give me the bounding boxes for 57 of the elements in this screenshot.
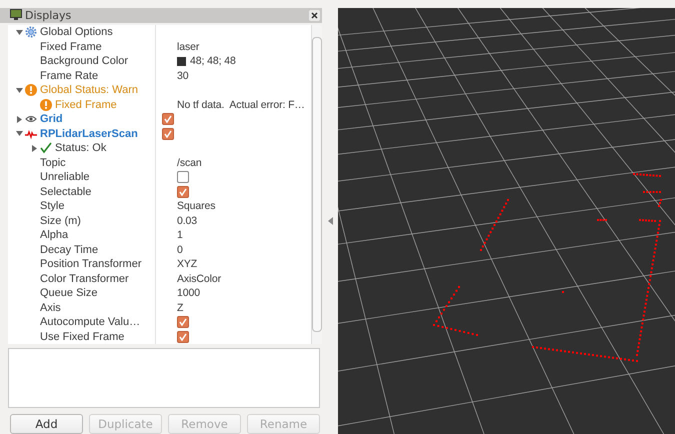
collapse-arrow-icon[interactable]: [16, 116, 22, 123]
property-value[interactable]: 1: [177, 229, 183, 242]
property-label[interactable]: Unreliable: [40, 171, 90, 184]
property-label[interactable]: Selectable: [40, 186, 92, 198]
property-value[interactable]: AxisColor: [177, 272, 222, 285]
property-value[interactable]: 0: [177, 244, 183, 256]
checkbox[interactable]: [177, 330, 189, 343]
property-label[interactable]: Queue Size: [40, 287, 98, 300]
color-swatch[interactable]: [177, 56, 186, 66]
checkmark-icon: [40, 142, 52, 154]
property-value[interactable]: 0.03: [177, 214, 198, 227]
property-value[interactable]: Z: [177, 302, 184, 314]
property-label[interactable]: Frame Rate: [40, 70, 98, 82]
property-value[interactable]: laser: [177, 40, 200, 53]
property-value[interactable]: 1000: [177, 287, 200, 300]
checkbox[interactable]: [177, 316, 189, 328]
3d-view[interactable]: [338, 8, 675, 434]
property-value[interactable]: Squares: [177, 200, 216, 212]
property-value[interactable]: No tf data. Actual error: F…: [177, 98, 305, 111]
collapse-arrow-icon[interactable]: [32, 144, 36, 152]
property-label[interactable]: Use Fixed Frame: [40, 330, 124, 343]
panel-title: Displays: [25, 8, 72, 22]
checkbox[interactable]: [177, 186, 189, 198]
warning-icon: [40, 98, 52, 111]
gear-icon: [25, 26, 37, 38]
property-value[interactable]: 30: [177, 70, 188, 82]
tree-item-label[interactable]: Global Options: [40, 26, 113, 38]
tree-item-label[interactable]: RPLidarLaserScan: [40, 128, 138, 140]
checkbox[interactable]: [162, 128, 174, 140]
property-label[interactable]: Size (m): [40, 214, 81, 227]
property-value[interactable]: 48; 48; 48: [190, 55, 236, 68]
close-button[interactable]: [309, 10, 320, 21]
property-label[interactable]: Color Transformer: [40, 272, 129, 285]
collapse-left-icon[interactable]: [328, 217, 332, 225]
property-label[interactable]: Axis: [40, 302, 61, 314]
tree-item-label[interactable]: Status: Ok: [55, 142, 106, 154]
property-value[interactable]: /scan: [177, 156, 202, 169]
checkbox[interactable]: [162, 113, 174, 126]
property-label[interactable]: Autocompute Valu…: [40, 316, 140, 328]
laser-wave-icon: [25, 128, 37, 140]
property-value[interactable]: XYZ: [177, 258, 198, 270]
property-label[interactable]: Style: [40, 200, 64, 212]
tree-item-label[interactable]: Grid: [40, 113, 63, 126]
checkbox[interactable]: [177, 171, 189, 184]
expand-arrow-icon[interactable]: [16, 131, 22, 136]
expand-arrow-icon[interactable]: [16, 30, 22, 35]
property-label[interactable]: Background Color: [40, 55, 128, 68]
toolbar-button[interactable]: Add: [10, 414, 83, 434]
property-label[interactable]: Fixed Frame: [40, 40, 102, 53]
scrollbar[interactable]: [311, 24, 322, 344]
property-label[interactable]: Alpha: [40, 229, 68, 242]
monitor-icon: [10, 9, 22, 22]
expand-arrow-icon[interactable]: [16, 88, 22, 93]
property-label[interactable]: Position Transformer: [40, 258, 142, 270]
warning-icon: [25, 84, 37, 96]
property-label[interactable]: Topic: [40, 156, 66, 169]
property-label[interactable]: Decay Time: [40, 244, 98, 256]
